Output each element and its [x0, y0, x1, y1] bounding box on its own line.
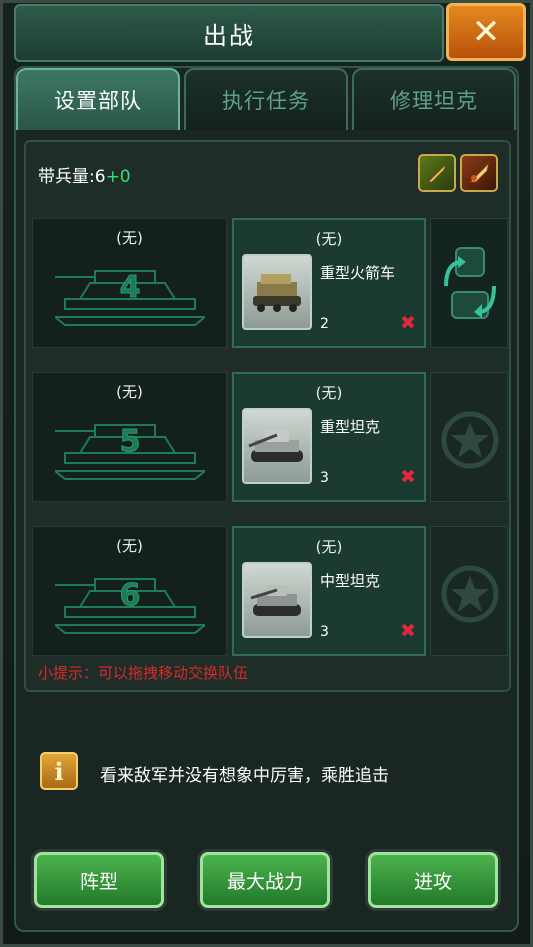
rocket-truck-icon [253, 274, 301, 312]
troop-capacity-bonus: +0 [105, 167, 131, 187]
medium-tank-icon [250, 585, 301, 616]
heavy-tank-icon [248, 430, 303, 462]
tab-execute-mission[interactable]: 执行任务 [184, 68, 348, 130]
unit-name: 重型坦克 [320, 418, 381, 436]
remove-unit-button[interactable]: ✖ [400, 622, 416, 641]
empty-slot-label: (无) [116, 229, 143, 247]
unit-count: 3 [320, 624, 329, 640]
slot-number: 6 [120, 578, 141, 613]
unit-count: 2 [320, 316, 329, 332]
tank-silhouette-icon: 4 [55, 270, 205, 326]
tab-label: 执行任务 [222, 89, 310, 113]
remove-unit-button[interactable]: ✖ [400, 468, 416, 487]
slot-number: 5 [120, 424, 141, 459]
troop-capacity-label: 带兵量: [38, 167, 95, 187]
drag-hint-text: 小提示：可以拖拽移动交换队伍 [38, 664, 249, 682]
info-icon: i [40, 752, 78, 790]
tank-silhouette-icon: 6 [55, 578, 205, 634]
formation-button[interactable]: 阵型 [34, 852, 164, 908]
star-emblem-icon [441, 565, 499, 623]
empty-slot[interactable]: (无) 5 [32, 372, 227, 502]
tab-repair-tanks[interactable]: 修理坦克 [352, 68, 516, 130]
rocket-buff-icon[interactable] [460, 154, 498, 192]
info-icon-glyph: i [54, 756, 64, 786]
close-button[interactable]: ✕ [446, 3, 526, 61]
empty-slot-label: (无) [116, 383, 143, 401]
attack-button-label: 进攻 [413, 870, 452, 893]
tab-setup-troops[interactable]: 设置部队 [16, 68, 180, 130]
unit-name: 重型火箭车 [320, 264, 396, 282]
swap-slot[interactable] [430, 218, 508, 348]
close-icon: ✕ [471, 12, 501, 52]
tab-label: 修理坦克 [390, 89, 478, 113]
battle-tip-text: 看来敌军并没有想象中厉害，乘胜追击 [100, 766, 389, 786]
heavy-tank-image [242, 408, 312, 484]
title-bar: 出战 [14, 4, 444, 62]
rocket-buff-icon [468, 161, 490, 183]
troop-capacity-base: 6 [94, 167, 106, 187]
tab-label: 设置部队 [54, 89, 142, 113]
medium-tank-image [242, 562, 312, 638]
empty-slot[interactable]: (无) 6 [32, 526, 227, 656]
max-power-button[interactable]: 最大战力 [200, 852, 330, 908]
unit-slot-label: (无) [315, 538, 343, 556]
attack-button[interactable]: 进攻 [368, 852, 498, 908]
unit-count: 3 [320, 470, 329, 486]
unit-slot[interactable]: (无) 重型火箭车 2 ✖ [232, 218, 426, 348]
unit-slot[interactable]: (无) 中型坦克 3 ✖ [232, 526, 426, 656]
shell-buff-icon [426, 163, 447, 183]
remove-unit-button[interactable]: ✖ [400, 314, 416, 333]
troop-row[interactable]: (无) 4 (无) 重型火箭车 2 ✖ [32, 212, 510, 362]
empty-side-slot[interactable] [430, 372, 508, 502]
page-title: 出战 [203, 21, 255, 50]
rocket-truck-image [242, 254, 312, 330]
shell-buff-icon[interactable] [418, 154, 456, 192]
unit-name: 中型坦克 [320, 572, 381, 590]
formation-button-label: 阵型 [79, 870, 118, 893]
unit-slot[interactable]: (无) 重型坦克 3 ✖ [232, 372, 426, 502]
tab-bar: 设置部队 执行任务 修理坦克 [16, 68, 516, 130]
tank-silhouette-icon: 5 [55, 424, 205, 480]
troop-row[interactable]: (无) 5 (无) 重型坦克 3 ✖ [32, 366, 510, 516]
unit-slot-label: (无) [315, 384, 343, 402]
max-power-button-label: 最大战力 [226, 870, 303, 893]
troop-capacity: 带兵量:6+0 [38, 162, 131, 187]
swap-arrows-icon [444, 247, 496, 319]
empty-side-slot[interactable] [430, 526, 508, 656]
troop-row[interactable]: (无) 6 (无) 中型坦克 3 ✖ [32, 520, 510, 670]
unit-slot-label: (无) [315, 230, 343, 248]
empty-slot[interactable]: (无) 4 [32, 218, 227, 348]
star-emblem-icon [441, 411, 499, 469]
slot-number: 4 [120, 270, 141, 305]
empty-slot-label: (无) [116, 537, 143, 555]
